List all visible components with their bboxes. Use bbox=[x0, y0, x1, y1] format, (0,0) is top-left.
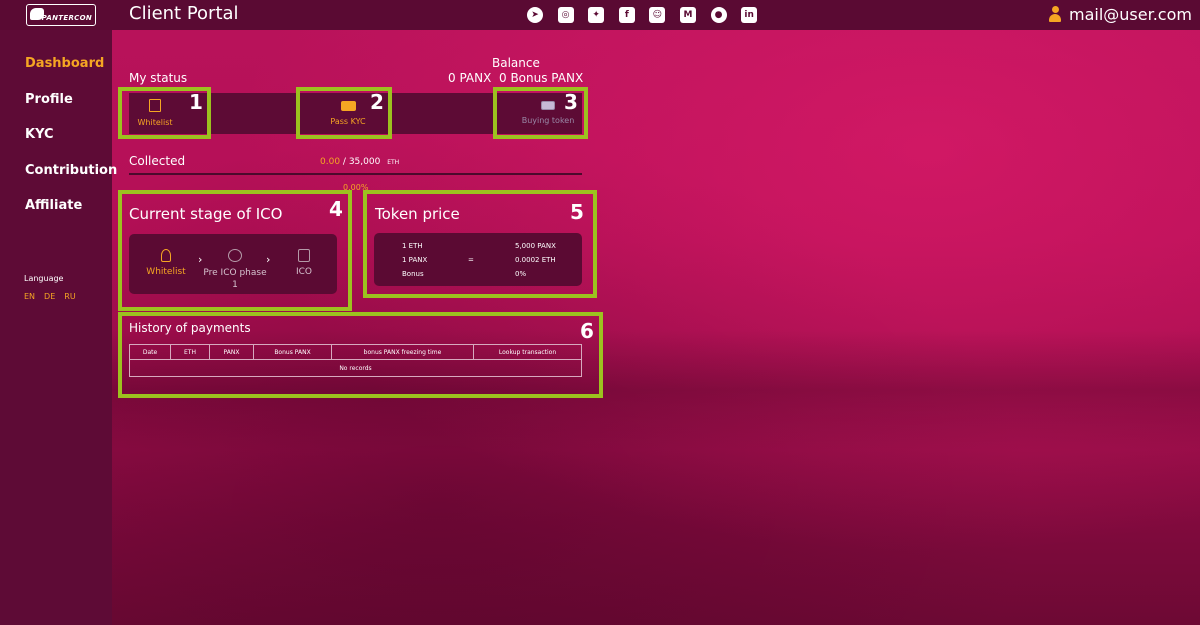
instagram-icon[interactable]: ◎ bbox=[557, 7, 574, 23]
balance-bonus: 0 Bonus PANX bbox=[499, 71, 584, 85]
collected-amount: 0.00 / 35,000 ETH bbox=[320, 157, 399, 167]
highlight-box-6 bbox=[118, 312, 603, 398]
app-title: Client Portal bbox=[129, 3, 239, 24]
top-bar: PANTERCON Client Portal ➤ ◎ ✦ f ☺ M ● in… bbox=[0, 0, 1200, 30]
social-links: ➤ ◎ ✦ f ☺ M ● in bbox=[527, 7, 772, 23]
logo-text: PANTERCON bbox=[41, 14, 92, 22]
progress-track bbox=[129, 173, 582, 175]
sidebar-item-kyc[interactable]: KYC bbox=[25, 127, 54, 142]
panther-head-icon bbox=[30, 8, 44, 20]
annotation-number-3: 3 bbox=[564, 90, 578, 114]
discord-icon[interactable]: ☺ bbox=[649, 7, 666, 23]
facebook-icon[interactable]: f bbox=[618, 7, 635, 23]
my-status-label: My status bbox=[129, 71, 188, 85]
collected-unit: ETH bbox=[387, 159, 400, 166]
reddit-icon[interactable]: ● bbox=[710, 7, 727, 23]
highlight-box-5 bbox=[363, 190, 597, 298]
collected-label: Collected bbox=[129, 154, 186, 168]
linkedin-icon[interactable]: in bbox=[741, 7, 758, 23]
language-switcher: EN DE RU bbox=[24, 292, 76, 301]
annotation-number-4: 4 bbox=[329, 197, 343, 221]
brand-logo[interactable]: PANTERCON bbox=[26, 4, 96, 26]
lang-ru[interactable]: RU bbox=[64, 292, 75, 301]
medium-icon[interactable]: M bbox=[679, 7, 696, 23]
telegram-icon[interactable]: ➤ bbox=[527, 7, 543, 23]
balance-panx: 0 PANX bbox=[448, 71, 492, 85]
annotation-number-5: 5 bbox=[570, 200, 584, 224]
sidebar-item-contribution[interactable]: Contribution bbox=[25, 163, 117, 178]
collected-current: 0.00 bbox=[320, 157, 341, 167]
lang-de[interactable]: DE bbox=[44, 292, 55, 301]
user-email[interactable]: mail@user.com bbox=[1069, 5, 1192, 24]
language-label: Language bbox=[24, 274, 64, 283]
annotation-number-2: 2 bbox=[370, 90, 384, 114]
sidebar-item-profile[interactable]: Profile bbox=[25, 92, 73, 107]
lang-en[interactable]: EN bbox=[24, 292, 35, 301]
sidebar: Dashboard Profile KYC Contribution Affil… bbox=[0, 30, 117, 625]
annotation-number-6: 6 bbox=[580, 319, 594, 343]
collected-total: 35,000 bbox=[348, 157, 381, 167]
sidebar-item-dashboard[interactable]: Dashboard bbox=[25, 56, 104, 71]
sidebar-item-affiliate[interactable]: Affiliate bbox=[25, 198, 82, 213]
user-icon[interactable] bbox=[1049, 6, 1061, 22]
collected-separator: / bbox=[340, 157, 349, 167]
annotation-number-1: 1 bbox=[189, 90, 203, 114]
highlight-box-4 bbox=[118, 190, 352, 311]
twitter-icon[interactable]: ✦ bbox=[588, 7, 605, 23]
balance-label: Balance bbox=[492, 56, 540, 70]
